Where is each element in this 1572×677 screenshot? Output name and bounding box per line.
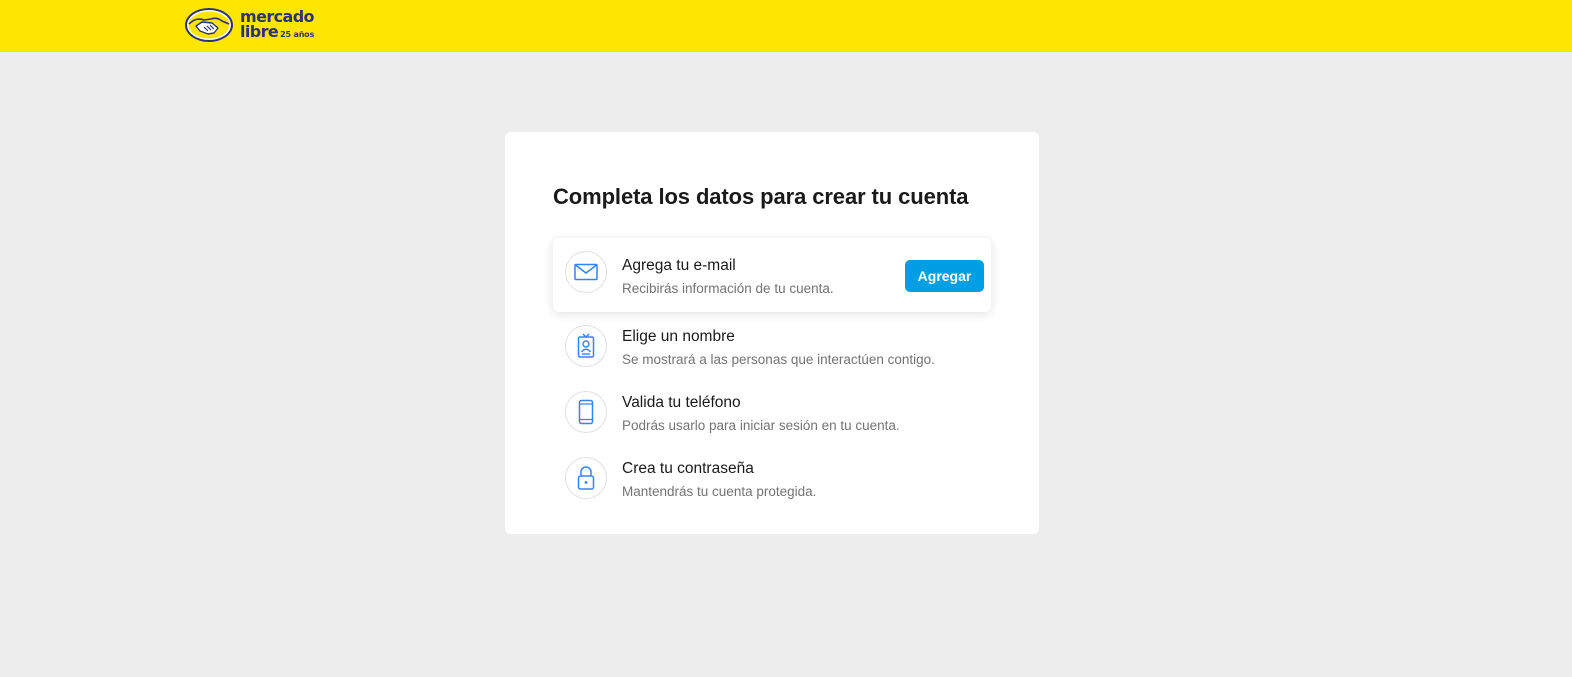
- step-title: Agrega tu e-mail: [622, 257, 736, 274]
- envelope-icon: [565, 251, 607, 293]
- mercado-libre-logo[interactable]: mercado libre 25 años: [184, 6, 324, 44]
- step-title: Elige un nombre: [622, 328, 735, 345]
- phone-icon: [565, 391, 607, 433]
- lock-icon: [565, 457, 607, 499]
- step-name[interactable]: Elige un nombre Se mostrará a las person…: [553, 312, 991, 386]
- site-header: mercado libre 25 años: [0, 0, 1572, 52]
- add-email-button[interactable]: Agregar: [905, 260, 984, 292]
- handshake-logo-icon: [185, 8, 233, 42]
- step-subtitle: Recibirás información de tu cuenta.: [622, 281, 834, 296]
- step-title: Crea tu contraseña: [622, 460, 754, 477]
- page-title: Completa los datos para crear tu cuenta: [553, 184, 969, 209]
- logo-anniversary: 25 años: [280, 29, 315, 39]
- logo-wordmark: mercado libre 25 años: [240, 8, 315, 42]
- step-email[interactable]: Agrega tu e-mail Recibirás información d…: [553, 238, 991, 312]
- step-subtitle: Mantendrás tu cuenta protegida.: [622, 484, 817, 499]
- registration-card: Completa los datos para crear tu cuenta …: [505, 132, 1039, 534]
- step-title: Valida tu teléfono: [622, 394, 741, 411]
- id-badge-icon: [565, 325, 607, 367]
- step-subtitle: Se mostrará a las personas que interactú…: [622, 352, 935, 367]
- step-password[interactable]: Crea tu contraseña Mantendrás tu cuenta …: [553, 444, 991, 518]
- logo-line-libre: libre: [240, 21, 279, 41]
- step-phone[interactable]: Valida tu teléfono Podrás usarlo para in…: [553, 378, 991, 452]
- step-subtitle: Podrás usarlo para iniciar sesión en tu …: [622, 418, 900, 433]
